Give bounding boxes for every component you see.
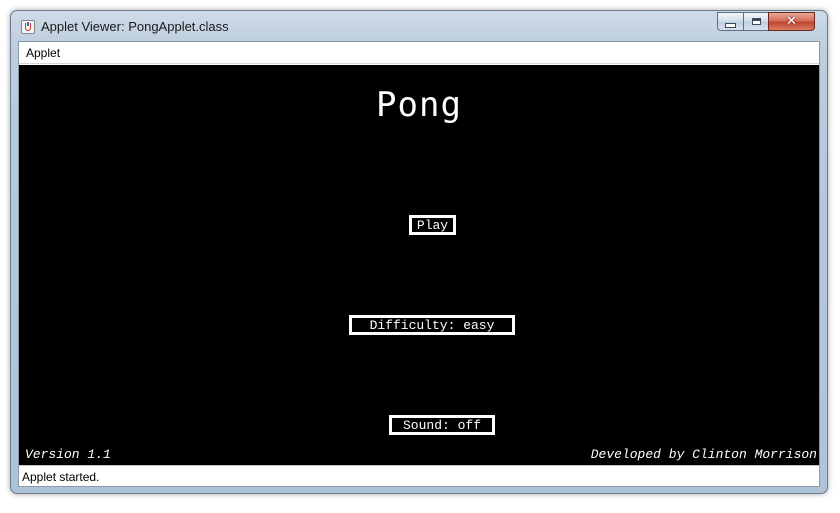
client-area: Applet Pong Play Difficulty: easy Sound:… bbox=[18, 41, 820, 487]
maximize-icon bbox=[751, 18, 761, 25]
close-icon: ✕ bbox=[786, 14, 797, 29]
minimize-button[interactable] bbox=[717, 12, 744, 31]
game-title: Pong bbox=[376, 85, 462, 125]
applet-viewer-window: Applet Viewer: PongApplet.class ✕ Applet… bbox=[10, 10, 828, 494]
title-bar[interactable]: Applet Viewer: PongApplet.class ✕ bbox=[11, 11, 827, 41]
window-title: Applet Viewer: PongApplet.class bbox=[41, 19, 229, 34]
menu-bar: Applet bbox=[19, 42, 819, 64]
sound-button[interactable]: Sound: off bbox=[389, 415, 495, 435]
difficulty-button[interactable]: Difficulty: easy bbox=[349, 315, 515, 335]
status-bar: Applet started. bbox=[19, 465, 819, 486]
maximize-button[interactable] bbox=[743, 12, 769, 31]
version-label: Version 1.1 bbox=[25, 447, 111, 462]
java-applet-icon[interactable] bbox=[21, 20, 35, 34]
minimize-icon bbox=[725, 22, 736, 28]
menu-applet[interactable]: Applet bbox=[26, 46, 60, 60]
developer-credit: Developed by Clinton Morrison bbox=[590, 447, 817, 462]
status-text: Applet started. bbox=[22, 470, 100, 484]
close-button[interactable]: ✕ bbox=[768, 12, 815, 31]
play-button[interactable]: Play bbox=[409, 215, 456, 235]
pong-canvas[interactable]: Pong Play Difficulty: easy Sound: off Ve… bbox=[19, 65, 819, 465]
